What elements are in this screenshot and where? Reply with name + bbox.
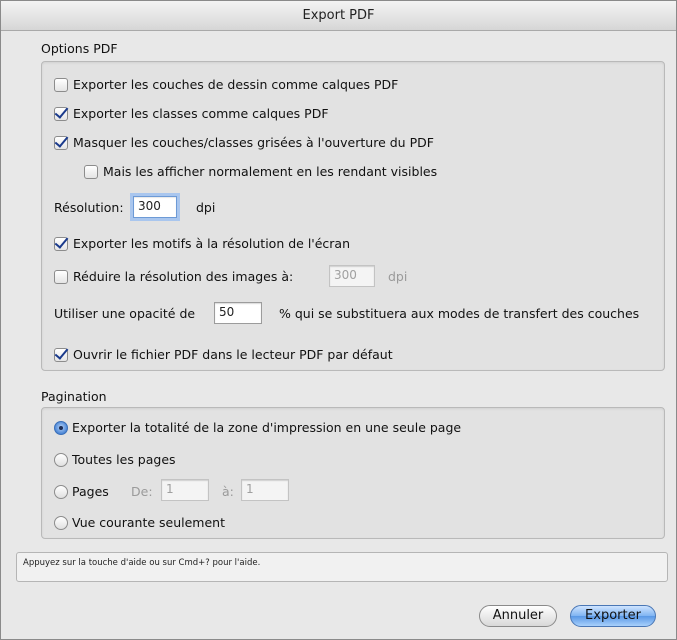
export-patterns-checkbox[interactable]: Exporter les motifs à la résolution de l…	[54, 236, 350, 251]
reduce-images-label: Réduire la résolution des images à:	[73, 269, 294, 284]
pages-label: Pages	[72, 484, 109, 499]
opacity-label: Utiliser une opacité de	[54, 306, 196, 321]
export-pdf-dialog: Export PDF Options PDF Exporter les couc…	[0, 0, 677, 640]
show-normal-check[interactable]	[84, 164, 98, 179]
current-view-radio[interactable]: Vue courante seulement	[54, 515, 225, 530]
export-classes-checkbox[interactable]: Exporter les classes comme calques PDF	[54, 106, 329, 121]
whole-area-radio-button[interactable]	[54, 420, 68, 435]
whole-area-radio[interactable]: Exporter la totalité de la zone d'impres…	[54, 420, 461, 435]
opacity-suffix: % qui se substituera aux modes de transf…	[279, 306, 640, 321]
cancel-button[interactable]: Annuler	[479, 605, 557, 627]
reduce-images-check[interactable]	[54, 269, 68, 284]
hide-greyed-label: Masquer les couches/classes grisées à l'…	[73, 135, 434, 150]
export-layers-check[interactable]	[54, 77, 68, 92]
help-status-bar: Appuyez sur la touche d'aide ou sur Cmd+…	[16, 552, 668, 582]
show-normal-label: Mais les afficher normalement en les ren…	[103, 164, 438, 179]
resolution-unit: dpi	[196, 200, 216, 215]
export-layers-label: Exporter les couches de dessin comme cal…	[73, 77, 399, 92]
reduce-resolution-input[interactable]: 300	[329, 265, 375, 287]
open-pdf-checkbox[interactable]: Ouvrir le fichier PDF dans le lecteur PD…	[54, 347, 393, 362]
export-classes-check[interactable]	[54, 106, 68, 121]
resolution-label: Résolution:	[54, 200, 124, 215]
open-pdf-label: Ouvrir le fichier PDF dans le lecteur PD…	[73, 347, 393, 362]
reduce-unit: dpi	[388, 269, 408, 284]
hide-greyed-checkbox[interactable]: Masquer les couches/classes grisées à l'…	[54, 135, 434, 150]
from-page-input[interactable]: 1	[161, 479, 209, 501]
all-pages-label: Toutes les pages	[72, 452, 176, 467]
pages-radio-button[interactable]	[54, 484, 68, 499]
opacity-input[interactable]: 50	[214, 302, 262, 324]
export-patterns-label: Exporter les motifs à la résolution de l…	[73, 236, 351, 251]
all-pages-radio[interactable]: Toutes les pages	[54, 452, 176, 467]
open-pdf-check[interactable]	[54, 347, 68, 362]
export-classes-label: Exporter les classes comme calques PDF	[73, 106, 329, 121]
window-title: Export PDF	[1, 1, 676, 31]
whole-area-label: Exporter la totalité de la zone d'impres…	[72, 420, 462, 435]
export-patterns-check[interactable]	[54, 236, 68, 251]
hide-greyed-check[interactable]	[54, 135, 68, 150]
current-view-radio-button[interactable]	[54, 515, 68, 530]
export-layers-checkbox[interactable]: Exporter les couches de dessin comme cal…	[54, 77, 398, 92]
export-button[interactable]: Exporter	[570, 605, 656, 627]
to-label: à:	[222, 484, 234, 499]
from-label: De:	[131, 484, 153, 499]
all-pages-radio-button[interactable]	[54, 452, 68, 467]
to-page-input[interactable]: 1	[241, 479, 289, 501]
pagination-section-label: Pagination	[41, 389, 107, 404]
current-view-label: Vue courante seulement	[72, 515, 225, 530]
reduce-images-checkbox[interactable]: Réduire la résolution des images à:	[54, 269, 293, 284]
resolution-input[interactable]: 300	[133, 196, 177, 218]
show-normal-checkbox[interactable]: Mais les afficher normalement en les ren…	[84, 164, 437, 179]
pages-radio[interactable]: Pages	[54, 484, 109, 499]
options-section-label: Options PDF	[41, 41, 118, 56]
